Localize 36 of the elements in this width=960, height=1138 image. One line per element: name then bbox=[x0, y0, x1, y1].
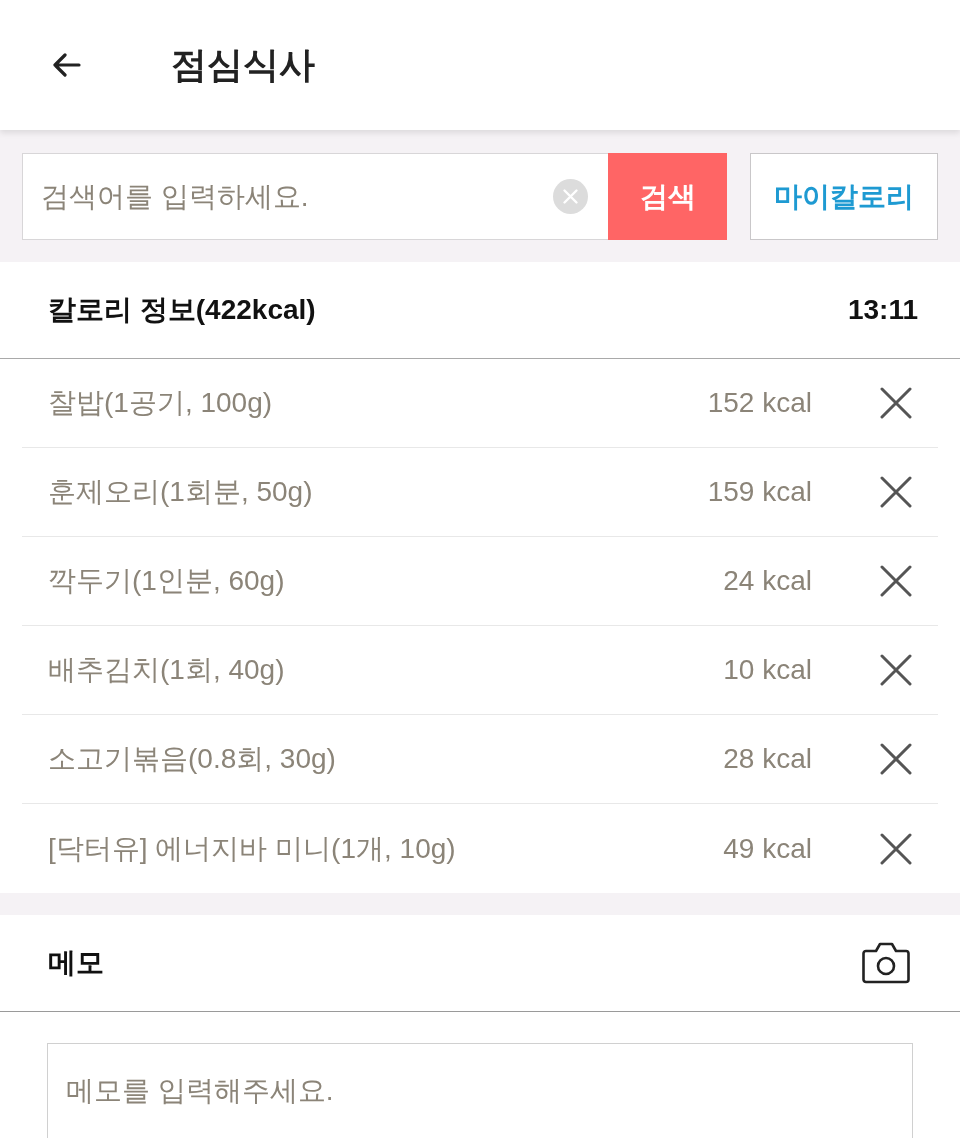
close-icon bbox=[880, 387, 912, 419]
close-icon bbox=[880, 654, 912, 686]
memo-field[interactable]: 메모를 입력해주세요. bbox=[47, 1043, 913, 1138]
food-name: [닥터유] 에너지바 미니(1개, 10g) bbox=[48, 831, 457, 866]
food-name: 배추김치(1회, 40g) bbox=[48, 653, 286, 687]
close-icon bbox=[880, 743, 912, 775]
search-field[interactable]: 검색어를 입력하세요. bbox=[22, 153, 608, 240]
section-title: 칼로리 정보(422kcal) bbox=[48, 293, 316, 327]
calorie-value: 10 kcal bbox=[723, 654, 812, 686]
delete-button[interactable] bbox=[880, 654, 912, 686]
delete-button[interactable] bbox=[880, 387, 912, 419]
close-icon bbox=[880, 476, 912, 508]
delete-button[interactable] bbox=[880, 476, 912, 508]
back-arrow-icon bbox=[52, 53, 81, 77]
camera-icon bbox=[862, 942, 910, 984]
food-name: 훈제오리(1회분, 50g) bbox=[48, 475, 314, 509]
memo-title: 메모 bbox=[48, 946, 104, 980]
close-icon bbox=[880, 832, 912, 865]
food-name: 찰밥(1공기, 100g) bbox=[48, 386, 274, 420]
food-name: 소고기볶음(0.8회, 30g) bbox=[48, 742, 337, 776]
page-title: 점심식사 bbox=[171, 43, 315, 87]
my-calorie-button[interactable]: 마이칼로리 bbox=[750, 153, 938, 240]
back-button[interactable] bbox=[52, 53, 81, 77]
calorie-value: 152 kcal bbox=[707, 387, 812, 419]
delete-button[interactable] bbox=[880, 743, 912, 775]
delete-button[interactable] bbox=[880, 832, 912, 865]
delete-button[interactable] bbox=[880, 565, 912, 597]
close-icon bbox=[880, 565, 912, 597]
calorie-value: 24 kcal bbox=[723, 565, 812, 597]
calorie-value: 28 kcal bbox=[723, 743, 812, 775]
camera-button[interactable] bbox=[862, 942, 910, 984]
meal-time: 13:11 bbox=[847, 294, 918, 326]
search-button[interactable]: 검색 bbox=[608, 153, 727, 240]
calorie-value: 159 kcal bbox=[707, 476, 812, 508]
calorie-value: 49 kcal bbox=[723, 832, 812, 865]
food-name: 깍두기(1인분, 60g) bbox=[48, 564, 286, 598]
